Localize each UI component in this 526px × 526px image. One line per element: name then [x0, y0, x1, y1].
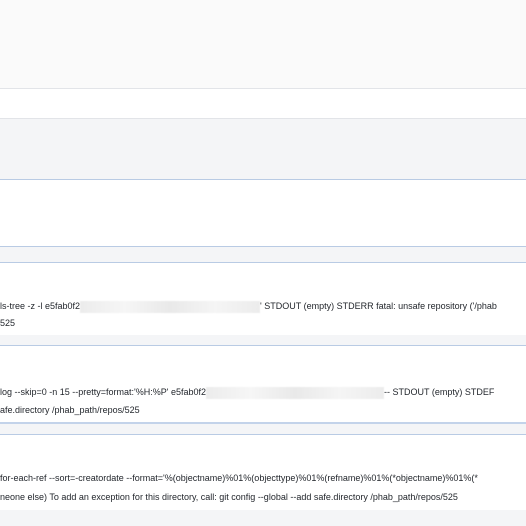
error-message-2-line-1: log --skip=0 -n 15 --pretty=format:'%H:%… — [0, 386, 494, 399]
error-message-1-line-2: 525 — [0, 317, 15, 329]
sub-header — [0, 119, 526, 179]
error-message-1: ls-tree -z -l e5fab0f2 ' STDOUT (empty) S… — [0, 252, 526, 337]
error-message-2-separator — [0, 335, 526, 346]
error-message-2-text-c: afe.directory /phab_path/repos/525 — [0, 405, 140, 415]
top-nav-bar — [0, 88, 526, 119]
error-message-1-line-1: ls-tree -z -l e5fab0f2 ' STDOUT (empty) S… — [0, 300, 497, 313]
page-header — [0, 0, 526, 88]
error-message-2-body: log --skip=0 -n 15 --pretty=format:'%H:%… — [0, 346, 526, 424]
error-message-2-text-a: log --skip=0 -n 15 --pretty=format:'%H:%… — [0, 387, 207, 397]
error-message-3-line-1: for-each-ref --sort=-creatordate --forma… — [0, 472, 478, 484]
error-message-3-text-b: neone else) To add an exception for this… — [0, 492, 458, 502]
error-message-1-separator — [0, 252, 526, 263]
error-message-1-text-c: 525 — [0, 318, 16, 328]
error-message-3-line-2: neone else) To add an exception for this… — [0, 491, 458, 503]
error-message-1-text-b: ' STDOUT (empty) STDERR fatal: unsafe re… — [260, 301, 497, 311]
error-message-2-line-2: afe.directory /phab_path/repos/525 — [0, 404, 140, 416]
content-panel — [0, 179, 526, 247]
error-message-3-text-a: for-each-ref --sort=-creatordate --forma… — [0, 473, 478, 483]
error-message-3: for-each-ref --sort=-creatordate --forma… — [0, 424, 526, 515]
error-message-2: log --skip=0 -n 15 --pretty=format:'%H:%… — [0, 335, 526, 424]
redacted-hash — [80, 300, 261, 313]
bottom-strip — [0, 510, 526, 526]
error-message-1-body: ls-tree -z -l e5fab0f2 ' STDOUT (empty) S… — [0, 263, 526, 337]
redacted-hash — [206, 386, 385, 399]
error-message-1-text-a: ls-tree -z -l e5fab0f2 — [0, 301, 81, 311]
error-message-3-body: for-each-ref --sort=-creatordate --forma… — [0, 435, 526, 515]
error-message-3-separator — [0, 424, 526, 435]
error-message-2-text-b: -- STDOUT (empty) STDEF — [384, 387, 495, 397]
